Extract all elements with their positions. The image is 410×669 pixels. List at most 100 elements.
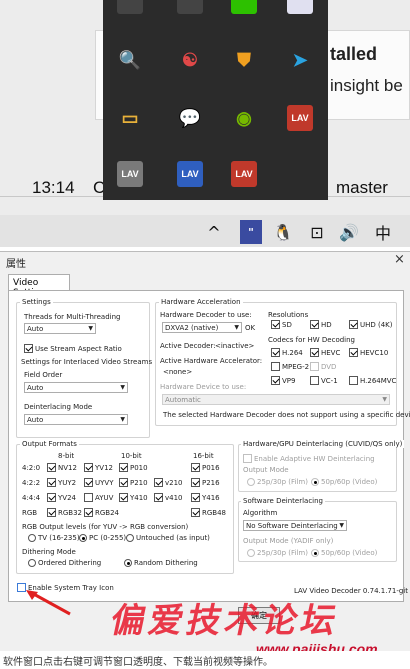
codec-hevc-checkbox[interactable]: HEVC	[310, 348, 340, 357]
ime-indicator[interactable]: 中	[372, 220, 394, 244]
hw-video-radio[interactable]: 50p/60p (Video)	[311, 478, 377, 486]
lav-red-icon[interactable]: LAV	[231, 161, 257, 187]
tray-overflow-popup: 🔍 ☯ ⛊ ➤ ▭ 💬 ◉ LAV LAV LAV LAV	[103, 0, 328, 200]
device-select[interactable]: Automatic ▼	[162, 394, 390, 405]
dither-ordered-radio[interactable]: Ordered Dithering	[28, 559, 101, 567]
interlaced-label: Settings for Interlaced Video Streams	[21, 358, 153, 366]
folder-app-icon[interactable]: ▭	[117, 105, 143, 131]
res-sd-checkbox[interactable]: SD	[271, 320, 292, 329]
format-uyvy[interactable]: UYVY	[84, 478, 113, 487]
format-ayuv[interactable]: AYUV	[84, 493, 113, 502]
field-order-select[interactable]: Auto ▼	[24, 382, 128, 393]
radio-dot	[28, 534, 36, 542]
checkbox-box	[24, 344, 33, 353]
deint-mode-label: Deinterlacing Mode	[24, 403, 93, 411]
codec-mpeg2-checkbox[interactable]: MPEG-2	[271, 362, 309, 371]
group-title: Hardware/GPU Deinterlacing (CUVID/QS onl…	[241, 440, 405, 448]
res-hd-checkbox[interactable]: HD	[310, 320, 332, 329]
decoder-select[interactable]: DXVA2 (native) ▼	[162, 322, 242, 333]
sw-video-radio[interactable]: 50p/60p (Video)	[311, 549, 377, 557]
dither-random-radio[interactable]: Random Dithering	[124, 559, 198, 567]
format-yuy2[interactable]: YUY2	[47, 478, 76, 487]
sw-film-radio[interactable]: 25p/30p (Film)	[247, 549, 308, 557]
hw-film-radio[interactable]: 25p/30p (Film)	[247, 478, 308, 486]
threads-label: Threads for Multi-Threading	[24, 313, 121, 321]
lav-audio-icon[interactable]: LAV	[287, 105, 313, 131]
codec-hevc10-checkbox[interactable]: HEVC10	[349, 348, 388, 357]
format-v210[interactable]: v210	[154, 478, 183, 487]
deint-mode-select[interactable]: Auto ▼	[24, 414, 128, 425]
partial-icon[interactable]	[287, 0, 313, 14]
group-title: Output Formats	[20, 440, 79, 448]
header-8bit: 8-bit	[58, 452, 75, 460]
search-app-icon[interactable]: 🔍	[117, 47, 143, 73]
chevron-down-icon: ▼	[382, 396, 387, 403]
checkbox-box	[47, 508, 56, 517]
group-title: Software Deinterlacing	[241, 497, 325, 505]
format-p016[interactable]: P016	[191, 463, 220, 472]
codec-h264-checkbox[interactable]: H.264	[271, 348, 303, 357]
wechat-icon[interactable]: 💬	[177, 105, 203, 131]
telegram-icon[interactable]: ➤	[287, 47, 313, 73]
lav-video-icon[interactable]: LAV	[177, 161, 203, 187]
checkbox-box	[310, 362, 319, 371]
format-yv12[interactable]: YV12	[84, 463, 113, 472]
format-p210[interactable]: P210	[119, 478, 148, 487]
checkbox-box	[154, 493, 163, 502]
checkbox-box	[84, 493, 93, 502]
chevron-down-icon: ▼	[88, 325, 93, 332]
nvidia-icon[interactable]: ◉	[231, 105, 257, 131]
annotation-arrow-icon	[26, 590, 71, 616]
close-icon[interactable]: ×	[394, 252, 405, 267]
adaptive-hw-deint-checkbox[interactable]: Enable Adaptive HW Deinterlacing	[243, 454, 375, 463]
format-p010[interactable]: P010	[119, 463, 148, 472]
radio-dot	[126, 534, 134, 542]
format-v410[interactable]: v410	[154, 493, 183, 502]
qq-icon[interactable]: 🐧	[272, 220, 294, 244]
codec-vc1-checkbox[interactable]: VC-1	[310, 376, 338, 385]
partial-icon[interactable]	[117, 0, 143, 14]
row-422: 4:2:2	[22, 479, 41, 487]
checkbox-box	[191, 493, 200, 502]
watermark-logo: 偏爱技术论坛	[107, 601, 344, 641]
lav-gray-icon[interactable]: LAV	[117, 161, 143, 187]
levels-untouched-radio[interactable]: Untouched (as input)	[126, 534, 210, 542]
network-icon[interactable]: ⊡	[305, 220, 329, 244]
levels-pc-radio[interactable]: PC (0-255)	[79, 534, 126, 542]
volume-icon[interactable]: 🔊	[338, 220, 360, 244]
radio-dot	[124, 559, 132, 567]
radio-dot	[28, 559, 36, 567]
show-hidden-icons-button[interactable]: ^	[204, 220, 224, 244]
row-rgb: RGB	[22, 509, 38, 517]
shield-app-icon[interactable]: ⛊	[231, 47, 257, 73]
levels-tv-radio[interactable]: TV (16-235)	[28, 534, 80, 542]
radio-dot	[311, 478, 319, 486]
format-p216[interactable]: P216	[191, 478, 220, 487]
codec-dvd-checkbox[interactable]: DVD	[310, 362, 336, 371]
format-rgb24[interactable]: RGB24	[84, 508, 119, 517]
checkbox-box	[119, 463, 128, 472]
threads-select[interactable]: Auto ▼	[24, 323, 96, 334]
checkbox-box	[47, 463, 56, 472]
res-uhd-checkbox[interactable]: UHD (4K)	[349, 320, 393, 329]
format-nv12[interactable]: NV12	[47, 463, 77, 472]
checkbox-box	[271, 362, 280, 371]
radio-dot	[311, 549, 319, 557]
codec-h264mvc-checkbox[interactable]: H.264MVC	[349, 376, 396, 385]
partial-icon[interactable]	[231, 0, 257, 14]
codec-vp9-checkbox[interactable]: VP9	[271, 376, 295, 385]
format-y416[interactable]: Y416	[191, 493, 220, 502]
tab-video-settings[interactable]: Video Settings	[8, 274, 70, 298]
format-rgb32[interactable]: RGB32	[47, 508, 82, 517]
partial-icon[interactable]	[177, 0, 203, 14]
app-tray-icon[interactable]: "	[240, 220, 262, 244]
algorithm-select[interactable]: No Software Deinterlacing ▼	[243, 520, 347, 531]
format-rgb48[interactable]: RGB48	[191, 508, 226, 517]
security-app-icon[interactable]: ☯	[177, 47, 203, 73]
format-yv24[interactable]: YV24	[47, 493, 76, 502]
resolutions-label: Resolutions	[268, 311, 309, 319]
stream-aspect-checkbox[interactable]: Use Stream Aspect Ratio	[24, 344, 122, 353]
levels-label: RGB Output levels (for YUV -> RGB conver…	[22, 523, 189, 531]
format-y410[interactable]: Y410	[119, 493, 148, 502]
field-order-label: Field Order	[24, 371, 63, 379]
